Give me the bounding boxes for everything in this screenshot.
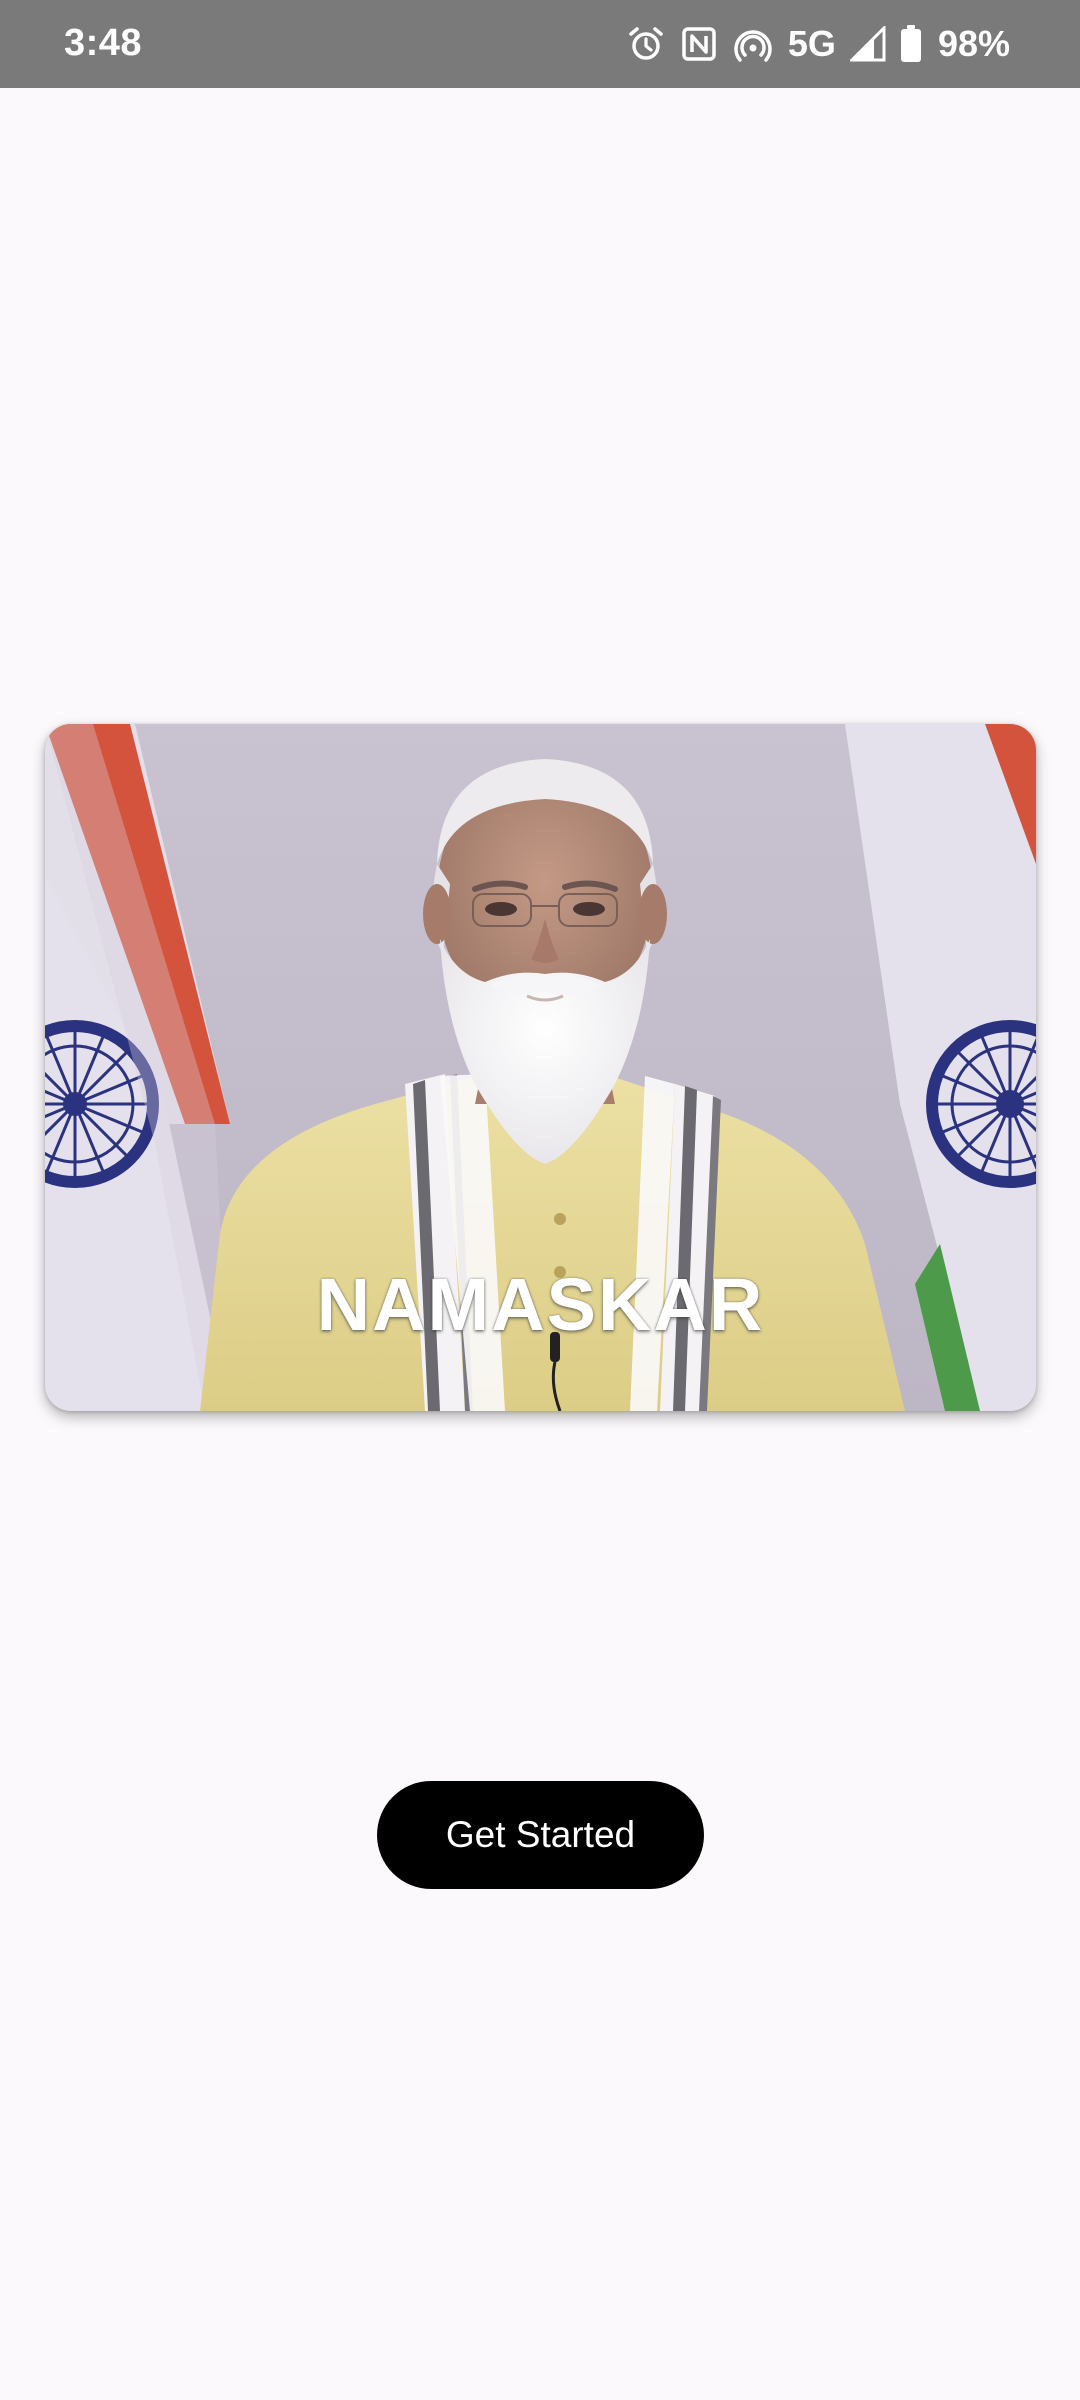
alarm-icon (626, 24, 666, 64)
nfc-icon (680, 25, 718, 63)
get-started-button[interactable]: Get Started (377, 1781, 704, 1889)
status-bar: 3:48 5G 98% (0, 0, 1080, 88)
status-icons: 5G 98% (626, 18, 1010, 70)
greeting-media[interactable]: NAMASKAR (45, 724, 1036, 1411)
signal-icon (849, 26, 886, 62)
battery-percentage: 98% (937, 23, 1010, 64)
network-type: 5G (787, 23, 836, 64)
hotspot-icon (732, 24, 774, 64)
battery-icon (900, 25, 922, 63)
media-caption: NAMASKAR (316, 1263, 765, 1346)
app-screen: 3:48 5G 98% NAMASKAR Get Started (0, 0, 1080, 2400)
status-time: 3:48 (64, 22, 143, 64)
